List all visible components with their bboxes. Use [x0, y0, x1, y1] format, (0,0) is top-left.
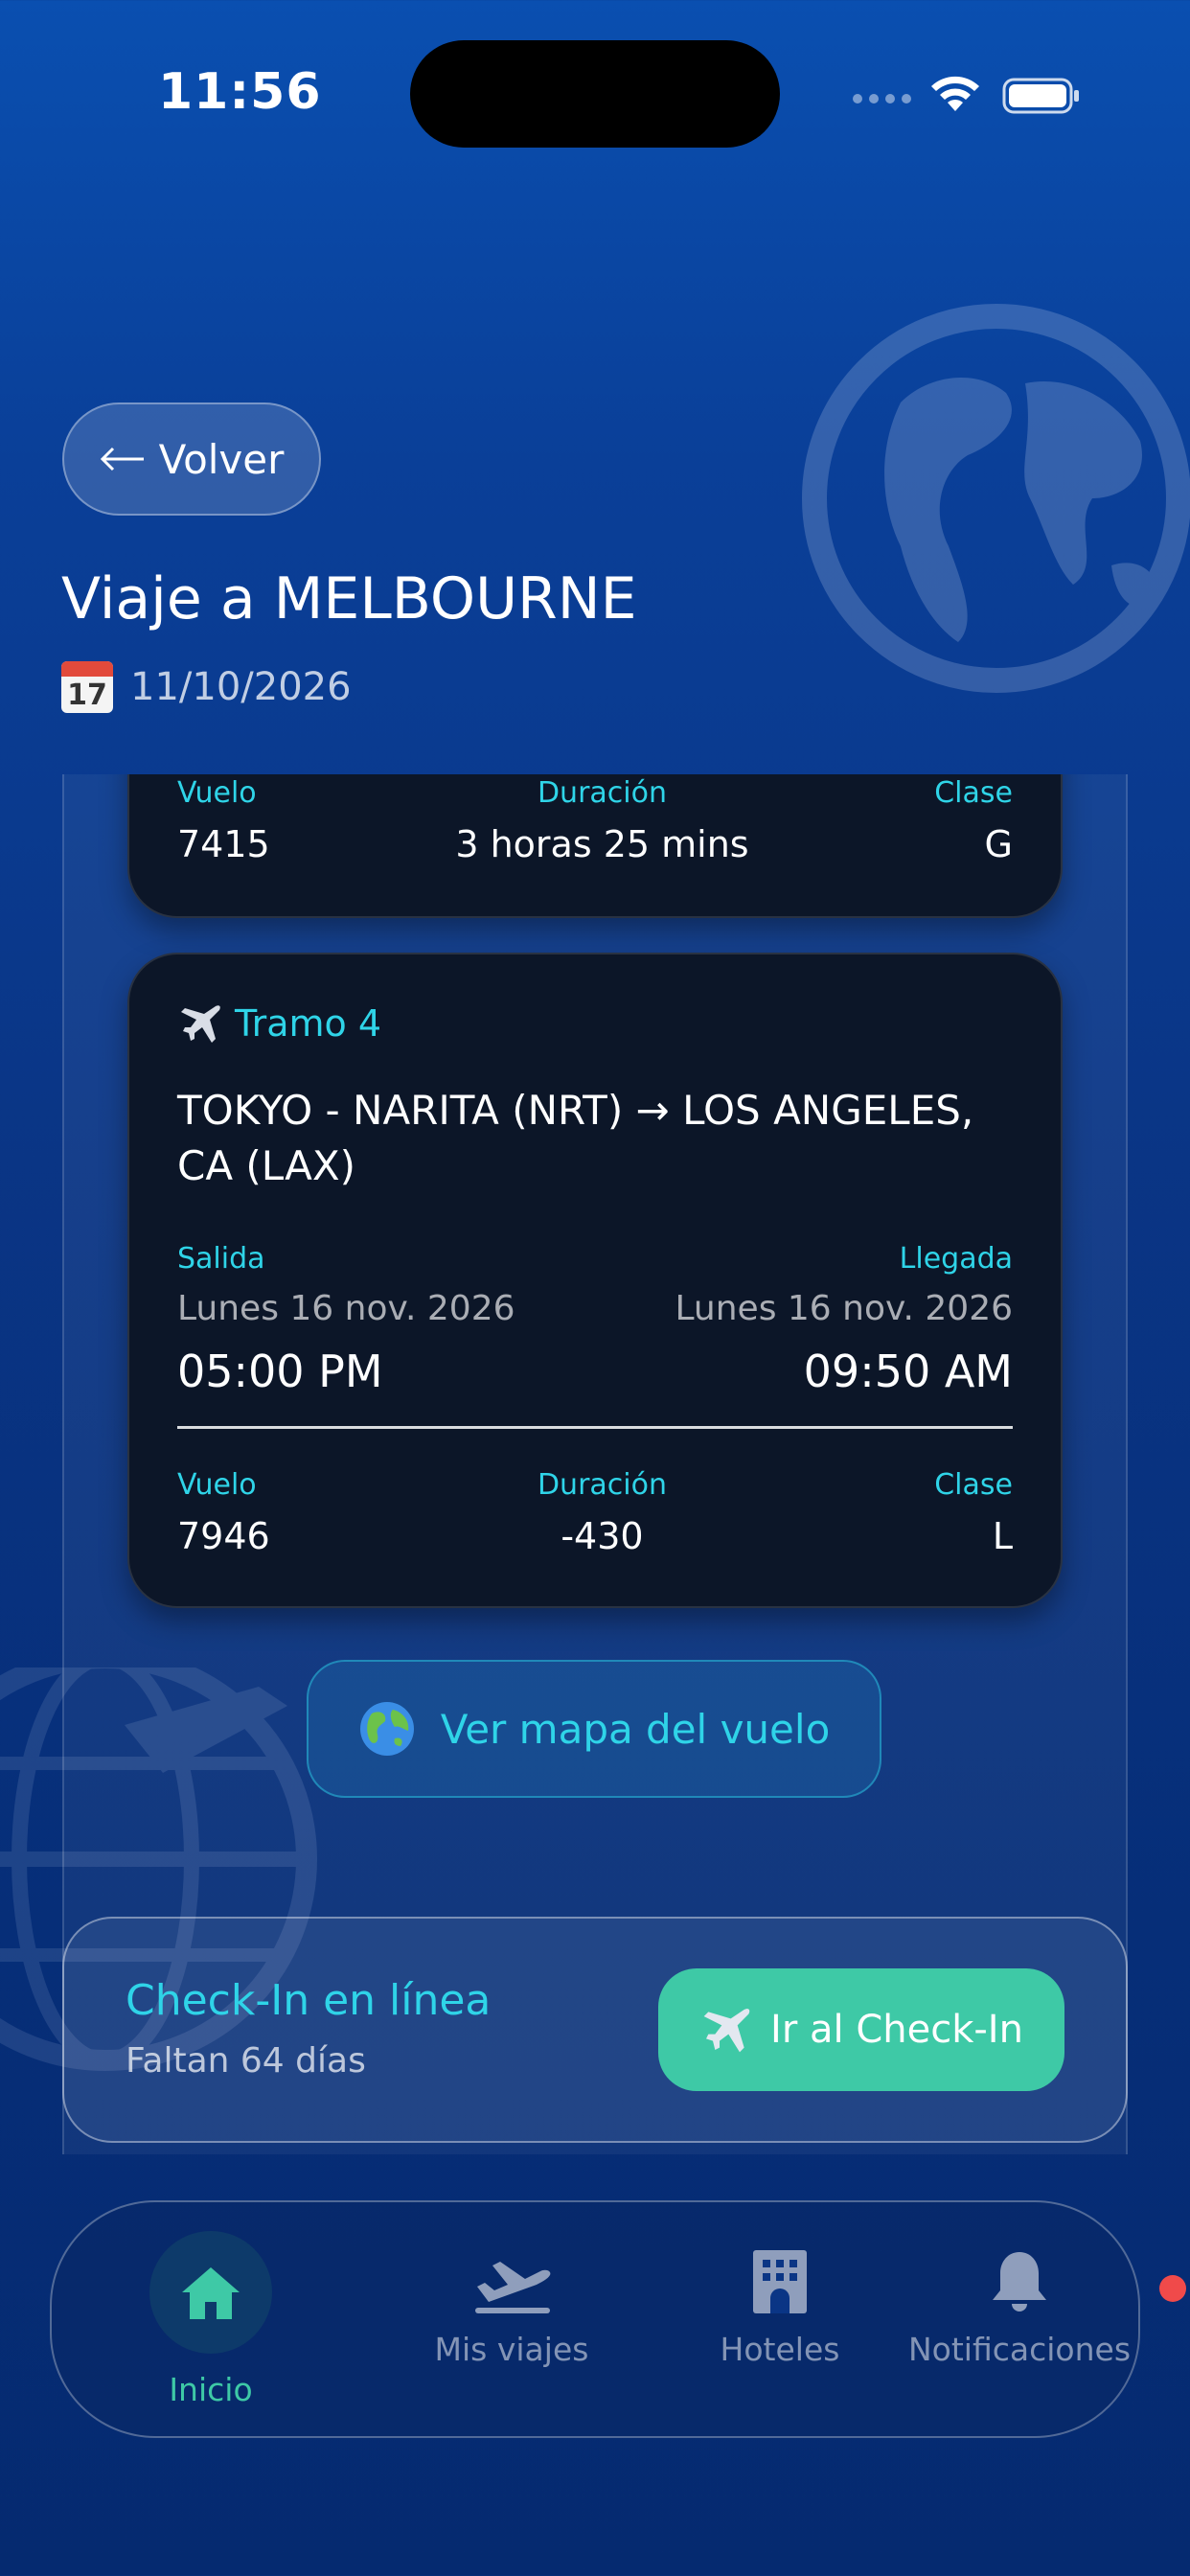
trip-date-row: 17 11/10/2026: [61, 661, 352, 713]
go-to-checkin-button[interactable]: Ir al Check-In: [658, 1968, 1064, 2091]
airplane-icon: [181, 1005, 220, 1043]
globe-icon: [359, 1702, 414, 1756]
arrival-date: Lunes 16 nov. 2026: [675, 1289, 1013, 1328]
wifi-icon: [931, 76, 979, 111]
departure-date: Lunes 16 nov. 2026: [177, 1289, 515, 1328]
bell-icon: [993, 2252, 1046, 2312]
trip-date: 11/10/2026: [130, 665, 352, 709]
globe-decoration-icon: [802, 304, 1190, 693]
leg-title: Tramo 4: [235, 1002, 382, 1045]
home-icon: [182, 2267, 240, 2319]
flight-leg-card-3: Vuelo 7415 Duración 3 horas 25 mins Clas…: [127, 774, 1063, 918]
cellular-signal-icon: [853, 94, 911, 104]
departure-label: Salida: [177, 1242, 265, 1276]
flight-leg-card-4-body: Tramo 4 TOKYO - NARITA (NRT) → LOS ANGEL…: [127, 953, 1063, 1608]
flight-duration: -430: [561, 1515, 644, 1557]
arrow-left-icon: [100, 447, 144, 472]
go-to-checkin-label: Ir al Check-In: [770, 2008, 1023, 2052]
online-checkin-card: Check-In en línea Faltan 64 días Ir al C…: [62, 1917, 1128, 2143]
flight-class: L: [992, 1515, 1013, 1557]
flight-label: Vuelo: [177, 776, 257, 810]
view-flight-map-button[interactable]: Ver mapa del vuelo: [307, 1660, 881, 1798]
leg-route: TOKYO - NARITA (NRT) → LOS ANGELES, CA (…: [177, 1087, 974, 1189]
checkin-title: Check-In en línea: [126, 1976, 492, 2025]
dynamic-island: [410, 40, 780, 148]
plane-departure-icon: [475, 2262, 551, 2313]
status-time: 11:56: [158, 63, 322, 121]
leg-times: Salida Lunes 16 nov. 2026 05:00 PM Llega…: [177, 1242, 1013, 1397]
back-button-label: Volver: [158, 435, 285, 483]
tab-notifications-label: Notificaciones: [907, 2331, 1132, 2368]
arrival-label: Llegada: [899, 1242, 1013, 1276]
departure-time: 05:00 PM: [177, 1346, 383, 1397]
flight-number: 7415: [177, 823, 270, 865]
flight-number: 7946: [177, 1515, 270, 1557]
tab-home-label: Inicio: [169, 2371, 253, 2408]
bottom-tab-bar: Inicio Mis viajes Hoteles Notificaciones: [50, 2200, 1186, 2440]
tab-my-trips[interactable]: Mis viajes: [378, 2202, 646, 2440]
view-flight-map-label: Ver mapa del vuelo: [440, 1705, 831, 1753]
tab-my-trips-label: Mis viajes: [434, 2331, 589, 2368]
leg-divider: [177, 1426, 1013, 1429]
back-button[interactable]: Volver: [62, 402, 321, 516]
flight-duration: 3 horas 25 mins: [455, 823, 749, 865]
class-label: Clase: [934, 776, 1013, 810]
tab-hotels-label: Hoteles: [720, 2331, 840, 2368]
checkin-countdown: Faltan 64 días: [126, 2041, 366, 2081]
airplane-icon: [703, 2009, 750, 2053]
flight-label: Vuelo: [177, 1468, 257, 1502]
home-icon-container: [149, 2231, 272, 2354]
duration-label: Duración: [537, 1468, 667, 1502]
class-label: Clase: [934, 1468, 1013, 1502]
notification-badge: [1159, 2275, 1186, 2302]
leg-heading: Tramo 4: [177, 1000, 381, 1046]
tab-hotels[interactable]: Hoteles: [646, 2202, 914, 2440]
duration-label: Duración: [537, 776, 667, 810]
tab-notifications[interactable]: Notificaciones: [885, 2202, 1186, 2440]
tab-home[interactable]: Inicio: [134, 2202, 287, 2440]
page-title: Viaje a MELBOURNE: [61, 565, 637, 632]
arrival-time: 09:50 AM: [803, 1346, 1013, 1397]
flight-class: G: [984, 823, 1013, 865]
battery-icon: [1002, 78, 1079, 114]
hotel-icon: [753, 2250, 807, 2313]
calendar-icon: 17: [61, 661, 113, 713]
